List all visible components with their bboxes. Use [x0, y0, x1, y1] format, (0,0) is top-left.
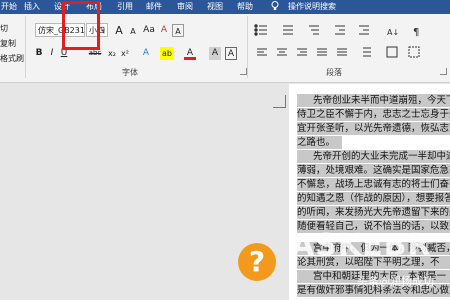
page-corner-mark — [273, 95, 286, 108]
svg-text:¶: ¶ — [413, 27, 419, 38]
font-dialog-launcher-icon[interactable] — [240, 68, 247, 75]
shrink-font-button[interactable]: A — [127, 25, 139, 38]
clear-format-button[interactable]: A — [158, 24, 170, 37]
italic-button[interactable]: I — [47, 47, 57, 60]
tab-mailings[interactable]: 邮件 — [146, 2, 162, 12]
change-case-button[interactable]: Aa — [141, 24, 157, 37]
tell-me-search[interactable]: 操作说明搜索 — [288, 2, 336, 12]
copy-button[interactable]: 复制 — [0, 38, 16, 49]
tab-insert[interactable]: 插入 — [24, 2, 40, 12]
lightbulb-icon — [271, 1, 279, 10]
watermark-text: ASKEBR — [291, 228, 432, 263]
doc-line: 先帝开创的大业未完成一半却中道 — [297, 150, 450, 163]
phonetic-button[interactable]: A — [172, 24, 184, 37]
separator — [25, 16, 26, 78]
watermark-credit: 头条@润扬成功 — [357, 275, 434, 288]
tab-home[interactable]: 开始 — [1, 2, 17, 12]
paragraph-group-label: 段落 — [326, 68, 342, 77]
paragraph-dialog-launcher-icon[interactable] — [440, 68, 447, 75]
subscript-button[interactable]: x₂ — [106, 47, 118, 60]
doc-line: 宜开张圣听，以光先帝遗德，恢弘志士之 — [297, 122, 450, 135]
superscript-button[interactable]: x² — [119, 47, 131, 60]
grow-font-button[interactable]: A — [112, 24, 126, 37]
font-group-label: 字体 — [122, 68, 138, 77]
font-color-button[interactable]: A — [184, 47, 196, 60]
doc-line: 先帝创业未半而中道崩殂，今天下 — [297, 94, 450, 107]
tab-view[interactable]: 视图 — [207, 2, 223, 12]
svg-text:A↓: A↓ — [387, 28, 399, 37]
chevron-down-icon: ▾ — [101, 27, 105, 35]
cut-button[interactable]: 切 — [0, 23, 8, 34]
doc-line: 薄弱，处境艰难。这确实是国家危急存亡 — [297, 164, 450, 177]
format-painter-button[interactable]: 格式刷 — [0, 53, 24, 64]
paragraph-controls: ¶ A↓ — [254, 24, 420, 58]
char-shading-button[interactable]: A — [209, 47, 221, 60]
highlight-button[interactable]: ab — [160, 47, 174, 60]
text-effects-button[interactable]: A — [140, 47, 152, 60]
tab-references[interactable]: 引用 — [117, 2, 133, 12]
doc-line: 之路也。 — [297, 136, 342, 149]
bold-button[interactable]: B — [34, 47, 44, 60]
question-badge-icon: ? — [238, 243, 276, 281]
tab-review[interactable]: 审阅 — [177, 2, 193, 12]
tab-help[interactable]: 帮助 — [237, 2, 253, 12]
doc-line: 的知遇之恩（作战的原因），想要报答在 — [297, 192, 450, 205]
doc-line: 不懈怠，战场上忠诚有志的将士们奋不 — [297, 178, 450, 191]
doc-line: 的听闻，来发扬光大先帝遗留下来的美 — [297, 206, 450, 219]
char-border-button[interactable]: A — [225, 47, 237, 60]
document-page[interactable]: 先帝创业未半而中道崩殂，今天下 侍卫之臣不懈于内，忠志之士忘身于外 宜开张圣听，… — [289, 84, 450, 300]
annotation-highlight-box — [62, 1, 100, 50]
doc-line: 侍卫之臣不懈于内，忠志之士忘身于外 — [297, 108, 450, 121]
separator — [247, 16, 248, 78]
